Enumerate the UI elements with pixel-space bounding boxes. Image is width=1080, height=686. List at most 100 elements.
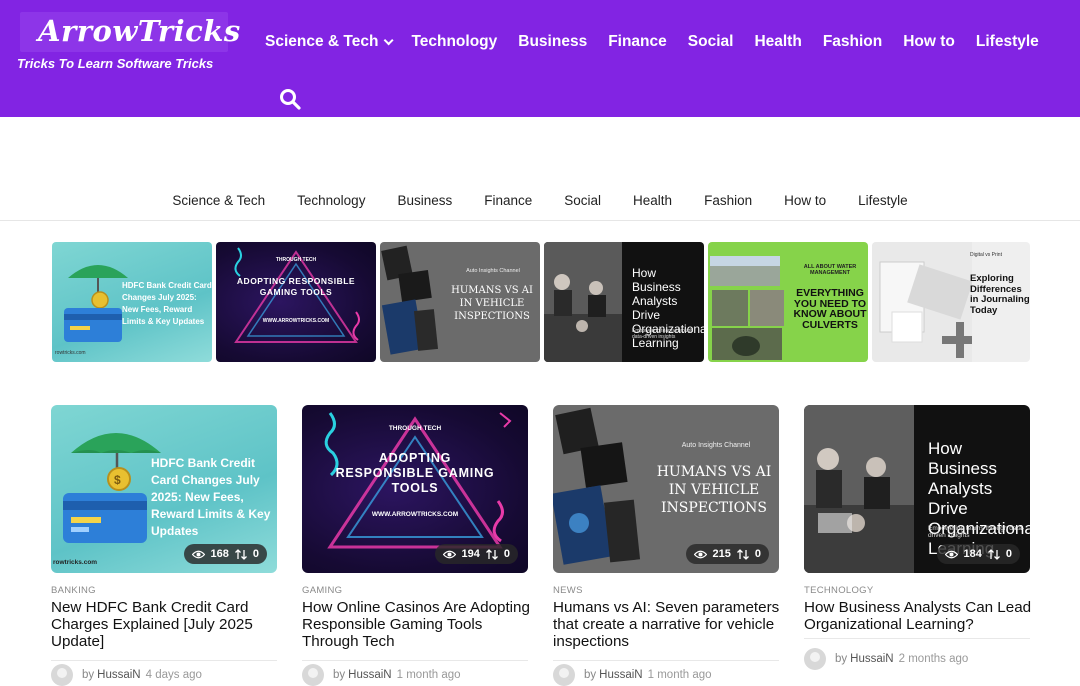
slide-journaling[interactable]: Digital vs Print Exploring Differences i…	[872, 242, 1030, 362]
nav-item-science-tech[interactable]: Science & Tech	[265, 33, 395, 51]
author-link[interactable]: HussaiN	[348, 669, 391, 681]
by-label: by	[835, 653, 848, 665]
nav-item-health[interactable]: Health	[754, 33, 801, 51]
slide-culverts[interactable]: ALL ABOUT WATER MANAGEMENT EVERYTHING YO…	[708, 242, 868, 362]
post-art-kicker: THROUGH TECH	[388, 425, 442, 432]
umbrella-card-illustration	[64, 265, 128, 342]
post-card-analysts: How Business Analysts Drive Organization…	[804, 405, 1031, 670]
post-thumbnail[interactable]: Auto Insights Channel HUMANS VS AI IN VE…	[553, 405, 779, 573]
avatar	[51, 664, 73, 686]
slide-art-kicker: Auto Insights Channel	[466, 268, 520, 274]
post-card-vehicle: Auto Insights Channel HUMANS VS AI IN VE…	[553, 405, 779, 686]
by-label: by	[82, 669, 95, 681]
post-thumbnail[interactable]: $ HDFC Bank Credit Card Changes July 202…	[51, 405, 277, 573]
post-art-text: HDFC Bank Credit Card Changes July 2025:…	[151, 456, 271, 538]
avatar	[553, 664, 575, 686]
post-art-url: WWW.ARROWTRICKS.COM	[371, 511, 459, 518]
view-count: 184	[963, 548, 982, 560]
slide-art-text: ADOPTING RESPONSIBLE GAMING TOOLS	[236, 276, 356, 297]
post-meta: by HussaiN 1 month ago	[553, 664, 712, 686]
culvert-photo-collage	[710, 256, 784, 360]
post-category[interactable]: GAMING	[302, 585, 342, 596]
author-link[interactable]: HussaiN	[599, 669, 642, 681]
by-label: by	[584, 669, 597, 681]
share-arrows-icon	[987, 548, 1000, 560]
subnav-item-science-tech[interactable]: Science & Tech	[172, 191, 265, 220]
nav-item-finance[interactable]: Finance	[608, 33, 667, 51]
author-link[interactable]: HussaiN	[97, 669, 140, 681]
view-count: 215	[712, 548, 731, 560]
share-arrows-icon	[485, 548, 498, 560]
divider	[804, 638, 1030, 639]
post-stats: 194 0	[434, 544, 518, 564]
post-thumbnail[interactable]: THROUGH TECH ADOPTING RESPONSIBLE GAMING…	[302, 405, 528, 573]
post-stats: 184 0	[936, 544, 1020, 564]
nav-item-social[interactable]: Social	[688, 33, 734, 51]
subnav-item-social[interactable]: Social	[564, 191, 601, 220]
nav-item-how-to[interactable]: How to	[903, 33, 955, 51]
post-time: 1 month ago	[647, 669, 712, 681]
primary-nav: Science & Tech Technology Business Finan…	[265, 33, 1060, 51]
nav-item-lifestyle[interactable]: Lifestyle	[976, 33, 1039, 51]
share-count: 0	[754, 548, 761, 560]
post-thumbnail[interactable]: How Business Analysts Drive Organization…	[804, 405, 1030, 573]
eye-icon	[442, 550, 456, 558]
post-category[interactable]: NEWS	[553, 585, 583, 596]
post-title[interactable]: How Online Casinos Are Adopting Responsi…	[302, 599, 532, 650]
post-category[interactable]: BANKING	[51, 585, 96, 596]
subnav-item-how-to[interactable]: How to	[784, 191, 826, 220]
post-meta: by HussaiN 1 month ago	[302, 664, 461, 686]
post-category[interactable]: TECHNOLOGY	[804, 585, 874, 596]
nav-item-fashion[interactable]: Fashion	[823, 33, 882, 51]
post-meta: by HussaiN 4 days ago	[51, 664, 202, 686]
divider	[302, 660, 528, 661]
slide-art-text: HDFC Bank Credit Card Changes July 2025:…	[122, 281, 212, 326]
subnav-item-finance[interactable]: Finance	[484, 191, 532, 220]
share-count: 0	[252, 548, 259, 560]
post-card-gaming: THROUGH TECH ADOPTING RESPONSIBLE GAMING…	[302, 405, 530, 686]
meeting-photo	[804, 405, 914, 573]
post-art-footer: rowtricks.com	[53, 559, 98, 566]
share-count: 0	[503, 548, 510, 560]
post-title[interactable]: New HDFC Bank Credit Card Charges Explai…	[51, 599, 281, 650]
subnav-item-health[interactable]: Health	[633, 191, 672, 220]
subnav-item-technology[interactable]: Technology	[297, 191, 365, 220]
post-meta: by HussaiN 2 months ago	[804, 648, 968, 670]
subnav-item-lifestyle[interactable]: Lifestyle	[858, 191, 908, 220]
slide-art-sub: Empowering teams through data-driven ins…	[632, 328, 694, 340]
post-art-sub: Empowering teams through data-driven ins…	[928, 525, 1025, 539]
post-art-kicker: Auto Insights Channel	[681, 442, 751, 449]
post-time: 1 month ago	[396, 669, 461, 681]
site-logo[interactable]: ArrowTricks	[38, 14, 241, 48]
slide-analysts[interactable]: How Business Analysts Drive Organization…	[544, 242, 704, 362]
post-title[interactable]: Humans vs AI: Seven parameters that crea…	[553, 599, 783, 650]
search-icon[interactable]	[279, 88, 301, 110]
share-arrows-icon	[234, 548, 247, 560]
slide-vehicle[interactable]: Auto Insights Channel HUMANS VS AI IN VE…	[380, 242, 540, 362]
slide-art-text: HUMANS VS AI IN VEHICLE INSPECTIONS	[451, 285, 533, 322]
view-count: 168	[210, 548, 229, 560]
site-header: ArrowTricks Tricks To Learn Software Tri…	[0, 0, 1080, 117]
slide-hdfc[interactable]: HDFC Bank Credit Card Changes July 2025:…	[52, 242, 212, 362]
slide-art-kicker: Digital vs Print	[970, 252, 1002, 258]
nav-item-business[interactable]: Business	[518, 33, 587, 51]
desk-photo	[872, 242, 972, 362]
slide-art-kicker: THROUGH TECH	[275, 257, 317, 263]
share-count: 0	[1005, 548, 1012, 560]
slide-art-footer: rowtricks.com	[55, 350, 86, 356]
svg-text:$: $	[114, 473, 121, 487]
post-art-text: How Business Analysts Drive Organization…	[928, 439, 1030, 558]
slide-art-url: WWW.ARROWTRICKS.COM	[262, 318, 330, 324]
car-collage-illustration	[553, 407, 641, 565]
nav-item-technology[interactable]: Technology	[411, 33, 497, 51]
subnav-item-business[interactable]: Business	[397, 191, 452, 220]
author-link[interactable]: HussaiN	[850, 653, 893, 665]
post-art-text: HUMANS VS AI IN VEHICLE INSPECTIONS	[656, 464, 772, 516]
divider	[51, 660, 277, 661]
subnav-item-fashion[interactable]: Fashion	[704, 191, 752, 220]
slide-art-text: EVERYTHING YOU NEED TO KNOW ABOUT CULVER…	[793, 287, 867, 331]
umbrella-card-illustration: $	[63, 433, 161, 543]
slide-gaming[interactable]: THROUGH TECH ADOPTING RESPONSIBLE GAMING…	[216, 242, 376, 362]
post-time: 4 days ago	[145, 669, 202, 681]
post-title[interactable]: How Business Analysts Can Lead Organizat…	[804, 599, 1034, 633]
